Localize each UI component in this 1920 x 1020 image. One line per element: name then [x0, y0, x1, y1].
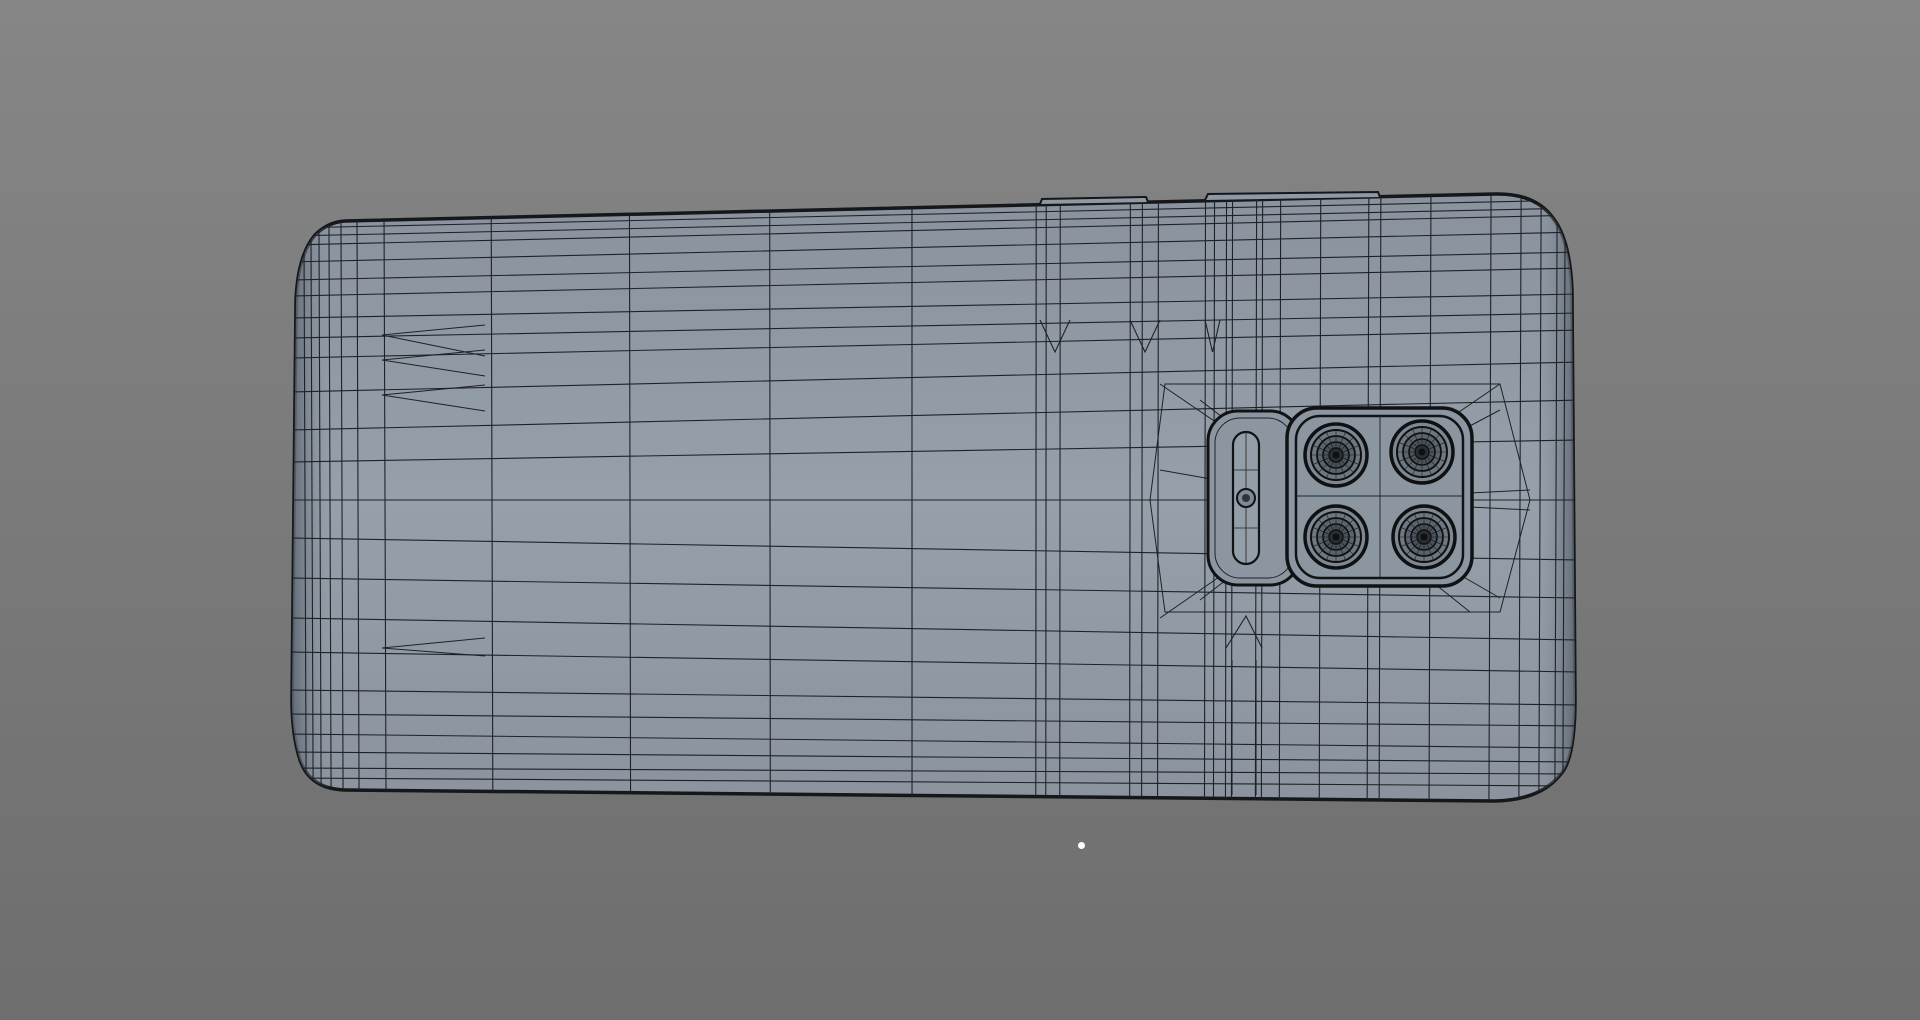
camera-lens-icon — [1391, 504, 1457, 570]
3d-viewport[interactable] — [0, 0, 1920, 1020]
camera-lens-icon — [1303, 504, 1369, 570]
pivot-point[interactable] — [1078, 842, 1085, 849]
wireframe-scene — [290, 190, 1577, 803]
camera-lens-icon — [1303, 422, 1369, 488]
camera-lens-icon — [1389, 419, 1455, 485]
